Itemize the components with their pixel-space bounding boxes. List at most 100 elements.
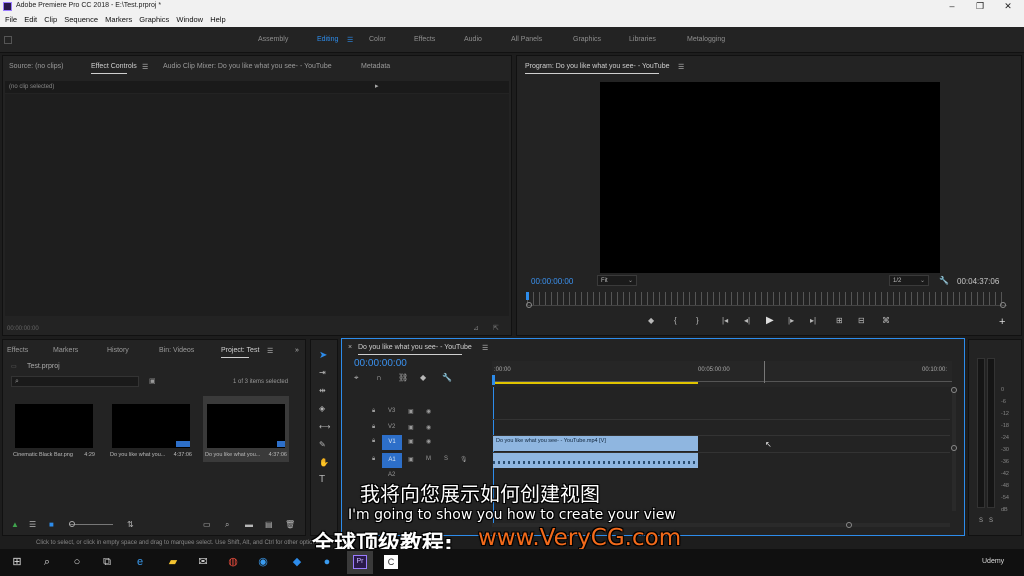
overwrite-icon[interactable]: ⊟ <box>858 316 865 325</box>
microphone-icon[interactable]: 🎙︎ <box>460 456 468 463</box>
new-bin-icon[interactable]: ▬ <box>245 520 253 529</box>
wrench-icon[interactable]: 🔧 <box>939 276 949 285</box>
scroll-handle[interactable] <box>951 387 957 393</box>
menu-sequence[interactable]: Sequence <box>64 13 98 27</box>
step-back-icon[interactable]: ◂| <box>744 316 750 325</box>
nest-icon[interactable]: ⌖ <box>354 373 359 383</box>
mark-in-icon[interactable]: { <box>674 316 677 325</box>
menu-file[interactable]: File <box>5 13 17 27</box>
tab-source[interactable]: Source: (no clips) <box>9 63 63 70</box>
expand-arrow-icon[interactable]: ▸ <box>375 82 379 90</box>
resolution-select[interactable]: 1/2 ⌄ <box>889 275 929 286</box>
task-view-icon[interactable]: ⧉ <box>100 555 114 569</box>
work-area-bar[interactable] <box>492 382 698 384</box>
sort-icon[interactable]: ⇅ <box>127 520 134 529</box>
tab-audio-clip-mixer[interactable]: Audio Clip Mixer: Do you like what you s… <box>163 63 332 70</box>
sync-lock-icon[interactable]: ▣ <box>408 408 414 415</box>
workspace-effects[interactable]: Effects <box>414 36 435 43</box>
sync-lock-icon[interactable]: ▣ <box>408 424 414 431</box>
cortana-icon[interactable]: ○ <box>70 555 84 569</box>
track-select-icon[interactable]: ⇥ <box>319 368 326 377</box>
mail-icon[interactable]: ✉ <box>196 555 210 569</box>
add-button-icon[interactable]: + <box>999 316 1005 328</box>
lock-icon[interactable]: ▲ <box>11 520 19 529</box>
icon-view-icon[interactable]: ■ <box>49 520 54 529</box>
pen-tool-icon[interactable]: ✎ <box>319 440 326 449</box>
export-icon[interactable]: ⇱ <box>493 324 499 332</box>
step-forward-icon[interactable]: |▸ <box>788 316 794 325</box>
filter-icon[interactable]: ⊿ <box>473 324 479 332</box>
menu-window[interactable]: Window <box>176 13 203 27</box>
zoom-select[interactable]: Fit ⌄ <box>597 275 637 286</box>
track-label-v1[interactable]: V1 <box>382 435 402 450</box>
sync-lock-icon[interactable]: ▣ <box>408 456 414 463</box>
project-item[interactable]: Cinematic Black Bar.png 4:29 <box>11 396 97 462</box>
zoom-handle-left[interactable] <box>526 302 532 308</box>
file-explorer-icon[interactable]: ▰ <box>166 555 180 569</box>
tab-markers[interactable]: Markers <box>53 347 78 354</box>
eye-icon[interactable]: ◉ <box>426 408 431 415</box>
new-item-icon[interactable]: ▤ <box>265 520 273 529</box>
messenger-icon[interactable]: ◉ <box>256 555 270 569</box>
program-timecode[interactable]: 00:00:00:00 <box>531 277 573 286</box>
workspace-assembly[interactable]: Assembly <box>258 36 288 43</box>
project-search-input[interactable]: ⌕ <box>11 376 139 387</box>
type-tool-icon[interactable]: T <box>319 474 325 485</box>
workspace-editing[interactable]: Editing <box>317 36 338 43</box>
slip-tool-icon[interactable]: ⟷ <box>319 422 330 431</box>
track-lock-icon[interactable]: 🔒︎ <box>372 438 375 445</box>
chrome-icon[interactable]: ◍ <box>226 555 240 569</box>
program-playhead[interactable] <box>526 292 529 300</box>
panel-menu-icon[interactable]: ☰ <box>142 63 148 71</box>
windows-start-icon[interactable]: ⊞ <box>10 555 24 569</box>
list-view-icon[interactable]: ☰ <box>29 520 36 529</box>
tab-project-test[interactable]: Project: Test <box>221 347 259 358</box>
workspace-color[interactable]: Color <box>369 36 386 43</box>
track-lock-icon[interactable]: 🔒︎ <box>372 456 375 463</box>
add-marker-icon[interactable]: ◆ <box>648 316 654 325</box>
workspace-audio[interactable]: Audio <box>464 36 482 43</box>
automate-icon[interactable]: ▭ <box>203 520 211 529</box>
workspace-menu-icon[interactable]: ☰ <box>347 36 353 44</box>
program-video-frame[interactable] <box>600 82 940 273</box>
track-label-a1[interactable]: A1 <box>382 453 402 468</box>
audio-clip-a1[interactable] <box>493 453 698 468</box>
solo-left-button[interactable]: S <box>979 518 983 524</box>
thumbnail-size-slider[interactable] <box>69 524 113 525</box>
go-to-in-icon[interactable]: |◂ <box>722 316 728 325</box>
program-zoom-bar[interactable] <box>526 302 1006 308</box>
find-icon[interactable]: ⌕ <box>225 520 229 530</box>
razor-icon[interactable]: ◈ <box>319 404 325 413</box>
trash-icon[interactable]: 🗑 <box>285 520 295 529</box>
hand-tool-icon[interactable]: ✋ <box>319 458 329 467</box>
menu-help[interactable]: Help <box>210 13 225 27</box>
menu-clip[interactable]: Clip <box>44 13 57 27</box>
scroll-handle[interactable] <box>846 522 852 528</box>
solo-button[interactable]: S <box>444 456 448 462</box>
restore-button[interactable]: ❐ <box>966 0 994 13</box>
add-marker-icon[interactable]: ◆ <box>420 373 426 382</box>
zoom-handle-right[interactable] <box>1000 302 1006 308</box>
workspace-graphics[interactable]: Graphics <box>573 36 601 43</box>
snap-icon[interactable]: ∩ <box>376 373 382 382</box>
insert-icon[interactable]: ⊞ <box>836 316 843 325</box>
timeline-settings-icon[interactable]: 🔧 <box>442 373 452 382</box>
tab-effects[interactable]: Effects <box>7 347 28 354</box>
dropbox-icon[interactable]: ◆ <box>290 555 304 569</box>
time-ruler[interactable]: :00:00 00:05:00:00 00:10:00: <box>492 361 952 387</box>
minimize-button[interactable]: – <box>938 0 966 13</box>
timeline-vertical-scrollbar[interactable] <box>951 387 957 511</box>
workspace-libraries[interactable]: Libraries <box>629 36 656 43</box>
project-item-selected[interactable]: Do you like what you... 4:37:06 <box>203 396 289 462</box>
go-to-out-icon[interactable]: ▸| <box>810 316 816 325</box>
workspace-metalogging[interactable]: Metalogging <box>687 36 725 43</box>
project-menu-icon[interactable]: ☰ <box>267 347 273 355</box>
tab-history[interactable]: History <box>107 347 129 354</box>
eye-icon[interactable]: ◉ <box>426 424 431 431</box>
sync-lock-icon[interactable]: ▣ <box>408 438 414 445</box>
track-lock-icon[interactable]: 🔒︎ <box>372 408 375 415</box>
menu-edit[interactable]: Edit <box>24 13 37 27</box>
home-icon[interactable] <box>4 36 12 44</box>
menu-markers[interactable]: Markers <box>105 13 132 27</box>
camtasia-icon[interactable]: C <box>384 555 398 569</box>
